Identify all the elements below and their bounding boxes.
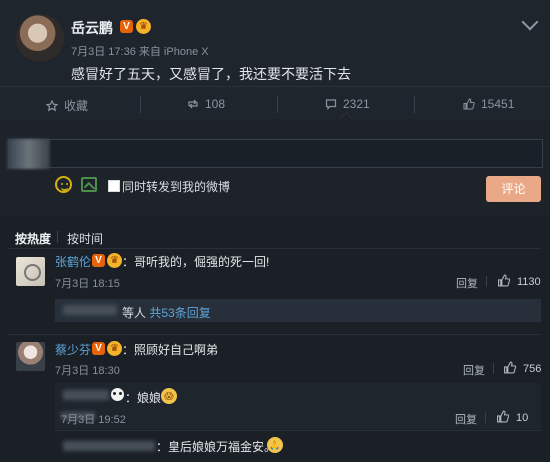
action-divider	[414, 96, 415, 113]
reply-text: ：皇后娘娘万福金安。	[156, 440, 277, 454]
repost-checkbox[interactable]	[108, 180, 120, 192]
comment-like-button[interactable]: 1130	[497, 274, 541, 288]
like-count: 15451	[481, 97, 515, 111]
subthread-summary-text[interactable]: 等人 共53条回复	[122, 304, 211, 321]
comment-author-name[interactable]: 蔡少芬	[55, 341, 91, 358]
subthread-link[interactable]: 共53条回复	[149, 306, 210, 320]
comment-like-count: 756	[523, 363, 542, 375]
repost-count: 108	[205, 97, 226, 111]
comment-avatar[interactable]	[16, 257, 45, 286]
reply-like-divider	[493, 363, 494, 374]
panda-icon	[111, 388, 124, 401]
panda-left-eye	[113, 392, 116, 395]
crown-icon: ♛	[107, 341, 122, 356]
like-button[interactable]: 15451	[463, 97, 514, 111]
subthread-prefix: 等人	[122, 306, 147, 320]
reply-divider	[55, 430, 541, 431]
verified-icon: V	[92, 342, 105, 355]
thumbs-up-icon	[504, 361, 517, 374]
reply-like-count: 10	[516, 412, 529, 424]
current-user-avatar	[7, 139, 50, 169]
reply-text: ：娘娘	[125, 391, 162, 405]
comment-button[interactable]: 2321	[325, 97, 370, 111]
reply-time: 7月3日 19:52	[61, 414, 126, 426]
submit-comment-button[interactable]: 评论	[486, 176, 541, 202]
author-avatar[interactable]	[16, 14, 64, 62]
blurred-user-name	[63, 441, 155, 451]
star-icon	[46, 100, 58, 112]
comment-time: 7月3日 18:15	[55, 278, 120, 290]
reply-button[interactable]: 回复	[455, 411, 477, 427]
verified-icon: V	[92, 254, 105, 267]
reply-button[interactable]: 回复	[463, 362, 485, 378]
crown-icon: ♛	[136, 19, 151, 34]
post-content: 感冒好了五天，又感冒了，我还要不要活下去	[71, 66, 351, 82]
repost-checkbox-label[interactable]: 同时转发到我的微博	[122, 178, 230, 195]
comment-input[interactable]	[8, 139, 543, 168]
comment-divider	[8, 334, 541, 335]
sort-divider	[57, 231, 58, 243]
favorite-label: 收藏	[64, 99, 89, 113]
pray-emoji-icon: 🙏	[267, 437, 283, 453]
shocked-emoji-icon: 😱	[161, 388, 177, 404]
comment-like-count: 1130	[517, 276, 541, 288]
post-author-name[interactable]: 岳云鹏	[71, 18, 113, 38]
image-mountain-shape	[83, 181, 96, 194]
action-divider	[140, 96, 141, 113]
comment-text: ：哥听我的，倔强的死一回!	[122, 255, 270, 269]
repost-icon	[188, 99, 198, 109]
thumbs-up-icon	[463, 98, 475, 110]
comment-avatar-mark	[24, 264, 41, 281]
sort-time-tab[interactable]: 按时间	[67, 230, 103, 247]
crown-icon: ♛	[107, 253, 122, 268]
reply-like-divider	[486, 276, 487, 287]
comment-time: 7月3日 18:30	[55, 365, 120, 377]
reply-like-button[interactable]: 10	[496, 410, 528, 424]
comment-like-button[interactable]: 756	[503, 361, 541, 375]
comment-author-name[interactable]: 张鹤伦	[55, 253, 91, 270]
verified-icon: V	[120, 20, 133, 33]
action-divider	[277, 96, 278, 113]
blurred-user-name	[63, 390, 109, 400]
panda-right-eye	[119, 392, 122, 395]
favorite-button[interactable]: 收藏	[46, 97, 88, 114]
comment-count: 2321	[343, 97, 370, 111]
repost-button[interactable]: 108	[187, 97, 225, 111]
comment-text: ：照顾好自己啊弟	[122, 343, 219, 357]
blurred-user-name	[63, 305, 117, 315]
reply-like-divider	[485, 412, 486, 423]
sort-hot-tab[interactable]: 按热度	[15, 230, 51, 247]
image-upload-icon[interactable]	[81, 177, 97, 194]
post-meta: 7月3日 17:36 来自 iPhone X	[71, 46, 209, 58]
comment-list-divider	[8, 248, 541, 249]
thumbs-up-icon	[498, 274, 511, 287]
emoji-icon[interactable]	[55, 176, 72, 193]
comment-icon	[325, 99, 337, 110]
thumbs-up-icon	[497, 410, 510, 423]
comment-avatar[interactable]	[16, 342, 45, 371]
emoji-smile	[61, 185, 68, 191]
reply-button[interactable]: 回复	[456, 275, 478, 291]
